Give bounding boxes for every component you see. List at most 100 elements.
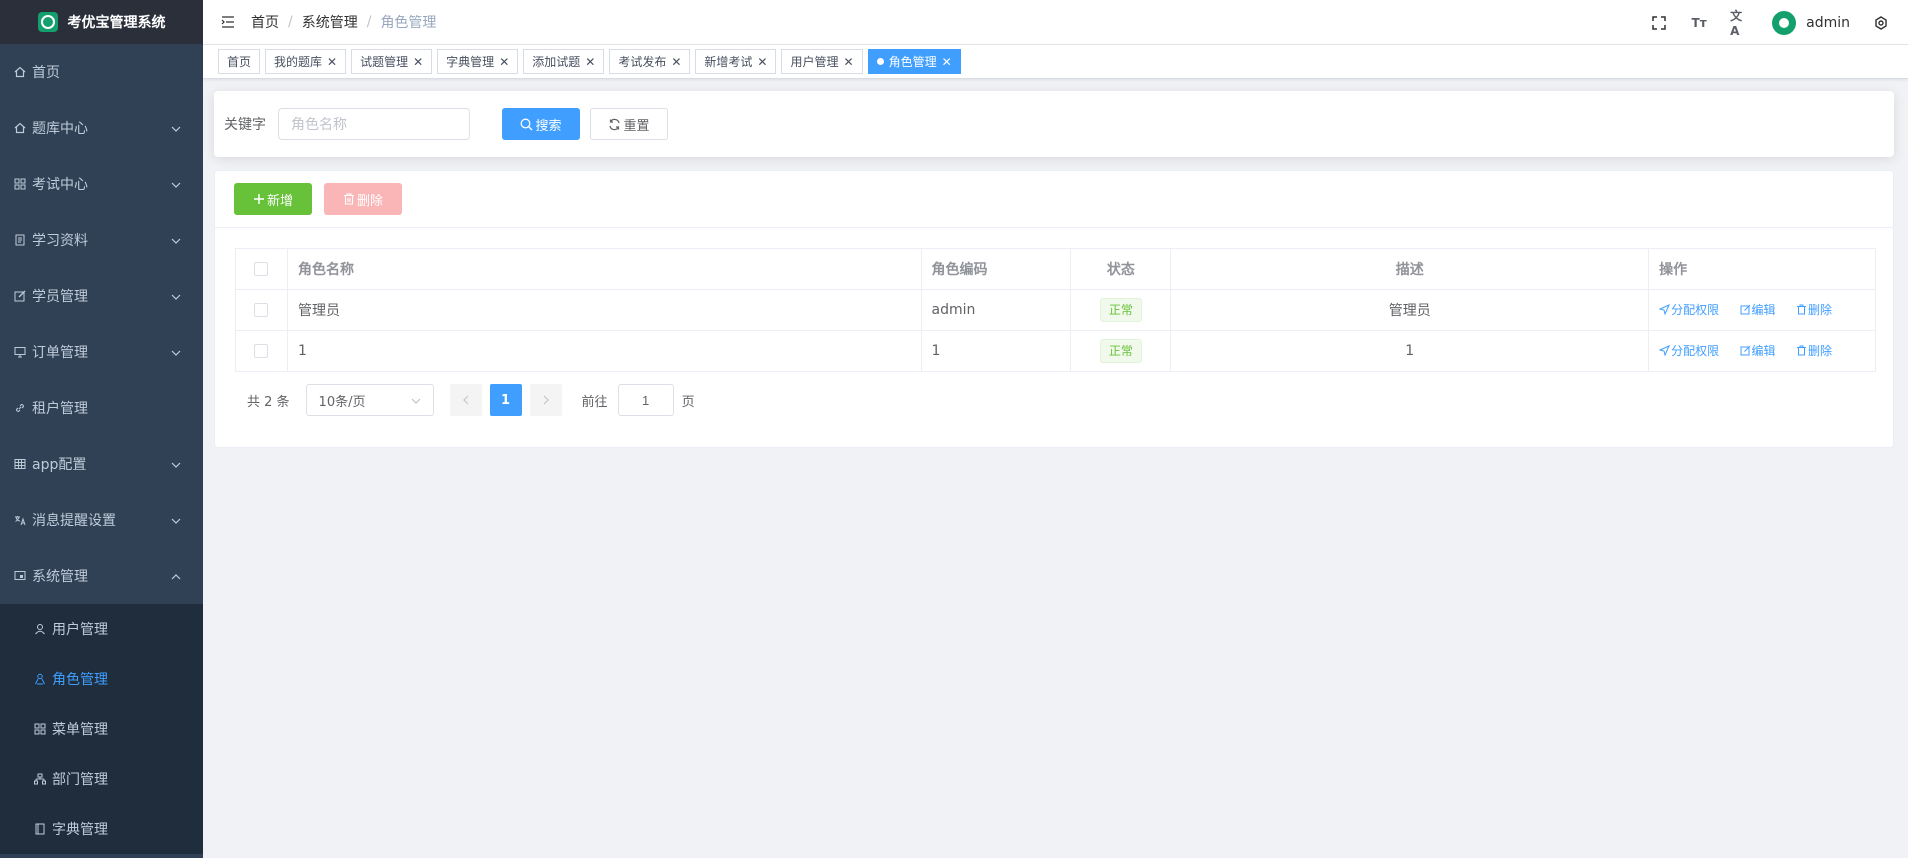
tag-label: 用户管理 bbox=[790, 55, 839, 69]
assign-permission-link[interactable]: 分配权限 bbox=[1659, 342, 1719, 359]
row-checkbox[interactable] bbox=[254, 344, 269, 358]
close-icon[interactable]: ✕ bbox=[327, 55, 337, 69]
username[interactable]: admin bbox=[1806, 15, 1850, 31]
close-icon[interactable]: ✕ bbox=[585, 55, 595, 69]
next-page-button[interactable] bbox=[529, 384, 562, 416]
delete-link[interactable]: 删除 bbox=[1796, 301, 1832, 318]
page-suffix: 页 bbox=[681, 394, 695, 410]
select-all-cell bbox=[235, 248, 288, 290]
tag-user-management[interactable]: 用户管理 ✕ bbox=[781, 49, 863, 74]
column-header-operations: 操作 bbox=[1648, 248, 1876, 290]
sidebar-item-dict-management[interactable]: 字典管理 bbox=[0, 804, 203, 854]
select-all-checkbox[interactable] bbox=[254, 262, 269, 276]
sidebar-item-app-config[interactable]: app配置 bbox=[0, 436, 203, 492]
avatar[interactable] bbox=[1772, 10, 1797, 35]
link-icon bbox=[14, 402, 28, 414]
role-code-cell: admin bbox=[920, 289, 1072, 331]
tree-icon bbox=[34, 723, 48, 735]
tag-dict-management[interactable]: 字典管理 ✕ bbox=[437, 49, 519, 74]
assign-permission-link[interactable]: 分配权限 bbox=[1659, 301, 1719, 318]
page-number-current[interactable]: 1 bbox=[489, 384, 522, 416]
edit-link[interactable]: 编辑 bbox=[1740, 301, 1776, 318]
tag-my-question-bank[interactable]: 我的题库 ✕ bbox=[265, 49, 347, 74]
row-checkbox[interactable] bbox=[254, 303, 269, 317]
top-navbar: 首页 / 系统管理 / 角色管理 Tт 文A admin bbox=[203, 0, 1908, 45]
close-icon[interactable]: ✕ bbox=[844, 55, 854, 69]
tag-label: 新增考试 bbox=[704, 55, 753, 69]
sidebar-item-menu-management[interactable]: 菜单管理 bbox=[0, 704, 203, 754]
chevron-up-icon bbox=[171, 568, 181, 584]
sidebar-item-exam-center[interactable]: 考试中心 bbox=[0, 156, 203, 212]
active-dot-icon bbox=[876, 58, 884, 65]
sidebar-item-question-bank[interactable]: 题库中心 bbox=[0, 100, 203, 156]
role-table: 角色名称 角色编码 状态 描述 操作 管理员 admin 正常 管理员 分配权限… bbox=[235, 248, 1876, 372]
sidebar-item-home[interactable]: 首页 bbox=[0, 44, 203, 100]
document-icon bbox=[14, 234, 28, 246]
description-cell: 管理员 bbox=[1170, 289, 1650, 331]
total-count: 共 2 条 bbox=[247, 394, 290, 410]
pagination: 共 2 条 10条/页 1 前往 页 bbox=[247, 384, 695, 416]
breadcrumb-system[interactable]: 系统管理 bbox=[302, 12, 358, 32]
sidebar-item-study-materials[interactable]: 学习资料 bbox=[0, 212, 203, 268]
tag-label: 考试发布 bbox=[618, 55, 667, 69]
sidebar-item-label: 系统管理 bbox=[32, 569, 88, 585]
close-icon[interactable]: ✕ bbox=[757, 55, 767, 69]
role-name-cell: 管理员 bbox=[286, 289, 922, 331]
sidebar-item-student-management[interactable]: 学员管理 bbox=[0, 268, 203, 324]
column-header-description: 描述 bbox=[1170, 248, 1650, 290]
page-size-select[interactable]: 10条/页 bbox=[305, 384, 434, 416]
fullscreen-icon[interactable] bbox=[1650, 14, 1668, 32]
delete-button[interactable]: 删除 bbox=[324, 183, 402, 215]
tag-home[interactable]: 首页 bbox=[218, 49, 261, 74]
chevron-down-icon bbox=[411, 393, 421, 408]
app-logo[interactable]: 考优宝管理系统 bbox=[0, 0, 203, 44]
language-icon[interactable]: 文A bbox=[1730, 9, 1748, 38]
reset-button[interactable]: 重置 bbox=[590, 108, 668, 140]
goto-page-input[interactable] bbox=[617, 384, 674, 416]
sidebar-item-dept-management[interactable]: 部门管理 bbox=[0, 754, 203, 804]
header-actions: Tт 文A admin bbox=[1628, 0, 1890, 45]
tag-label: 角色管理 bbox=[888, 55, 937, 69]
sidebar-item-message-settings[interactable]: 消息提醒设置 bbox=[0, 492, 203, 548]
tag-label: 添加试题 bbox=[532, 55, 581, 69]
role-table-card: 新增 删除 角色名称 角色编码 状态 描述 操作 管理员 admin 正常 管理… bbox=[214, 170, 1894, 448]
monitor-icon bbox=[14, 346, 28, 358]
tag-role-management[interactable]: 角色管理 ✕ bbox=[867, 49, 961, 74]
font-size-icon[interactable]: Tт bbox=[1690, 14, 1708, 32]
tag-exam-publish[interactable]: 考试发布 ✕ bbox=[609, 49, 691, 74]
delete-link[interactable]: 删除 bbox=[1796, 342, 1832, 359]
chevron-down-icon bbox=[171, 232, 181, 248]
goto-label: 前往 bbox=[581, 394, 608, 410]
sidebar-item-system-management[interactable]: 系统管理 bbox=[0, 548, 203, 604]
add-button[interactable]: 新增 bbox=[234, 183, 312, 215]
tag-new-exam[interactable]: 新增考试 ✕ bbox=[695, 49, 777, 74]
sidebar-item-label: 消息提醒设置 bbox=[32, 513, 116, 529]
close-icon[interactable]: ✕ bbox=[671, 55, 681, 69]
sidebar-item-user-management[interactable]: 用户管理 bbox=[0, 604, 203, 654]
breadcrumb-home[interactable]: 首页 bbox=[251, 12, 279, 32]
edit-link[interactable]: 编辑 bbox=[1740, 342, 1776, 359]
close-icon[interactable]: ✕ bbox=[942, 55, 952, 69]
sidebar-item-label: 考试中心 bbox=[32, 177, 88, 193]
sidebar-item-role-management[interactable]: 角色管理 bbox=[0, 654, 203, 704]
operations-cell: 分配权限 编辑 删除 bbox=[1648, 330, 1876, 372]
close-icon[interactable]: ✕ bbox=[413, 55, 423, 69]
sidebar-item-tenant-management[interactable]: 租户管理 bbox=[0, 380, 203, 436]
sidebar-item-order-management[interactable]: 订单管理 bbox=[0, 324, 203, 380]
home-icon bbox=[14, 66, 28, 78]
settings-icon[interactable] bbox=[1872, 14, 1890, 32]
close-icon[interactable]: ✕ bbox=[499, 55, 509, 69]
op-label: 分配权限 bbox=[1671, 344, 1720, 358]
tag-add-question[interactable]: 添加试题 ✕ bbox=[523, 49, 605, 74]
hamburger-icon[interactable] bbox=[221, 16, 235, 28]
reset-button-label: 重置 bbox=[623, 117, 650, 133]
refresh-icon bbox=[608, 118, 621, 131]
role-name-input[interactable] bbox=[278, 108, 470, 140]
search-button[interactable]: 搜索 bbox=[502, 108, 580, 140]
prev-page-button[interactable] bbox=[449, 384, 482, 416]
status-cell: 正常 bbox=[1070, 330, 1172, 372]
app-title: 考优宝管理系统 bbox=[67, 15, 166, 31]
sidebar-item-label: 菜单管理 bbox=[52, 722, 108, 738]
op-label: 编辑 bbox=[1751, 303, 1776, 317]
tag-question-management[interactable]: 试题管理 ✕ bbox=[351, 49, 433, 74]
